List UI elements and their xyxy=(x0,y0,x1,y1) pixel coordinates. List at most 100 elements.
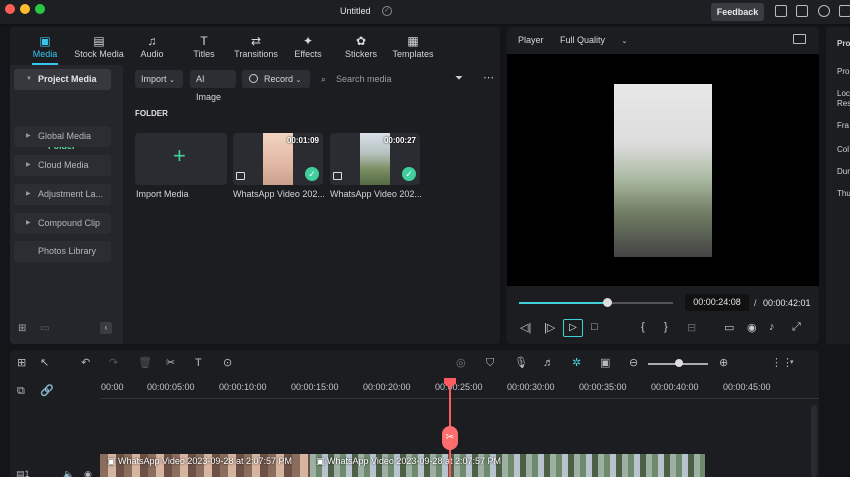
microphone-icon[interactable]: 🎙 xyxy=(514,357,528,369)
player-panel: Player Full Quality ⌄ 00:00:24:08 / 00:0… xyxy=(507,27,819,344)
property-label: Col xyxy=(837,145,850,154)
previous-frame-icon[interactable]: ◁| xyxy=(520,321,531,334)
shield-icon[interactable]: ⛉ xyxy=(486,357,494,369)
caret-right-icon: ▶ xyxy=(26,133,31,139)
cloud-upload-icon[interactable] xyxy=(818,5,830,17)
tab-stickers[interactable]: ✿ Stickers xyxy=(343,27,379,65)
media-sidebar: ▼Project Media Folder ▶Global Media ▶Clo… xyxy=(10,65,123,344)
total-time: 00:00:42:01 xyxy=(763,298,811,308)
properties-tab[interactable]: Pro xyxy=(837,39,850,48)
fullscreen-icon[interactable]: ⤢ xyxy=(792,321,801,334)
text-tool-icon[interactable]: T xyxy=(195,357,202,369)
import-media-label: Import Media xyxy=(136,189,189,199)
scissors-icon[interactable]: ✂ xyxy=(442,426,458,450)
media-clip-2[interactable]: 00:00:27 ✓ xyxy=(330,133,420,185)
tab-effects[interactable]: ✦ Effects xyxy=(291,27,325,65)
ruler-baseline xyxy=(100,398,819,399)
chevron-down-icon: ⌄ xyxy=(621,38,628,45)
more-options-icon[interactable]: ⋯ xyxy=(483,71,494,84)
tab-titles[interactable]: T Titles xyxy=(187,27,221,65)
snap-icon[interactable]: ✲ xyxy=(572,357,581,369)
clip-2-name: WhatsApp Video 2023-09-28 at 2:07:57 PM xyxy=(327,456,501,466)
add-track-icon[interactable]: ⧉ xyxy=(17,385,25,397)
undo-icon[interactable]: ↶ xyxy=(81,357,90,369)
tab-audio[interactable]: ♫ Audio xyxy=(135,27,169,65)
collapse-sidebar-icon[interactable]: ‹ xyxy=(100,322,112,334)
sidebar-item-global-media[interactable]: ▶ Global Media xyxy=(14,126,111,147)
play-button[interactable]: ▷ xyxy=(563,319,583,337)
sidebar-item-label: Photos Library xyxy=(38,246,97,256)
ruler-tick: 00:00:15:00 xyxy=(291,382,339,392)
sidebar-item-project-media[interactable]: ▼ Project Media xyxy=(14,69,111,90)
transitions-icon: ⇄ xyxy=(250,34,262,48)
markers-icon[interactable]: ⊟ xyxy=(687,321,696,334)
split-scissors-icon[interactable]: ✂ xyxy=(166,357,175,369)
zoom-window-button[interactable] xyxy=(35,4,45,14)
mark-in-icon[interactable]: { xyxy=(641,321,645,333)
zoom-in-icon[interactable]: ⊕ xyxy=(719,357,728,369)
link-icon[interactable]: 🔗 xyxy=(40,385,54,397)
new-folder-icon[interactable]: ⊞ xyxy=(18,323,26,334)
tab-templates[interactable]: ▦ Templates xyxy=(391,27,435,65)
close-window-button[interactable] xyxy=(5,4,15,14)
clip-duration: 00:00:27 xyxy=(383,136,416,145)
timeline-scrollbar[interactable] xyxy=(811,405,817,477)
video-icon xyxy=(236,172,245,180)
media-content: Import ⌄ AI Image Record ⌄ ⌕ Search medi… xyxy=(123,65,500,344)
video-icon xyxy=(333,172,342,180)
subtitle-icon[interactable]: ▣ xyxy=(600,357,610,369)
import-media-card[interactable]: + xyxy=(135,133,227,185)
tab-effects-label: Effects xyxy=(294,49,322,59)
quality-dropdown[interactable]: Full Quality ⌄ xyxy=(560,35,627,45)
audio-meter-icon[interactable]: ♪ xyxy=(769,321,775,333)
track-audio-icon[interactable]: 🔈 xyxy=(63,468,74,477)
music-icon[interactable]: ♬ xyxy=(543,357,554,369)
minimize-window-button[interactable] xyxy=(20,4,30,14)
feedback-button[interactable]: Feedback xyxy=(711,3,764,21)
search-input[interactable]: ⌕ Search media xyxy=(318,70,438,88)
render-icon[interactable]: ◎ xyxy=(456,357,466,369)
mark-out-icon[interactable]: } xyxy=(664,321,668,333)
sidebar-item-label: Global Media xyxy=(38,131,92,141)
folder-icon[interactable]: ▭ xyxy=(40,323,49,334)
camera-icon[interactable]: ◉ xyxy=(747,321,757,334)
tab-media[interactable]: ▣ Media xyxy=(25,27,65,65)
tab-media-label: Media xyxy=(32,49,58,59)
filter-icon[interactable]: ⏷ xyxy=(455,73,463,84)
media-clip-1[interactable]: 00:01:09 ✓ xyxy=(233,133,323,185)
video-icon: ▣ xyxy=(107,456,116,466)
check-icon: ✓ xyxy=(402,167,416,181)
tab-stock-media[interactable]: ▤ Stock Media xyxy=(73,27,125,65)
stop-icon[interactable]: □ xyxy=(591,321,598,333)
redo-icon[interactable]: ↷ xyxy=(109,357,118,369)
sidebar-item-compound-clip[interactable]: ▶ Compound Clip xyxy=(14,213,111,234)
import-dropdown[interactable]: Import ⌄ xyxy=(135,70,183,88)
tab-stickers-label: Stickers xyxy=(344,49,377,59)
tab-transitions[interactable]: ⇄ Transitions xyxy=(232,27,280,65)
sidebar-item-cloud-media[interactable]: ▶ Cloud Media xyxy=(14,155,111,176)
progress-knob[interactable] xyxy=(602,298,612,307)
save-icon[interactable] xyxy=(796,5,808,17)
export-icon[interactable] xyxy=(839,5,850,17)
track-visibility-icon[interactable]: ◉ xyxy=(84,468,92,477)
auto-caption-icon[interactable]: ⊙ xyxy=(223,357,232,369)
caret-down-icon[interactable]: ▾ xyxy=(790,357,794,369)
next-frame-icon[interactable]: |▷ xyxy=(544,321,555,334)
sidebar-item-adjustment-layer[interactable]: ▶ Adjustment La... xyxy=(14,184,111,205)
timeline-ruler[interactable]: 00:00 00:00:05:00 00:00:10:00 00:00:15:0… xyxy=(100,380,819,400)
record-dropdown[interactable]: Record ⌄ xyxy=(242,70,310,88)
properties-panel: Pro Pro Loc Res Fra Col Dur Thu xyxy=(826,27,850,344)
layout-grid-icon[interactable]: ⊞ xyxy=(17,357,26,369)
snapshot-image-icon[interactable] xyxy=(793,34,806,44)
display-icon[interactable]: ▭ xyxy=(724,321,734,334)
ruler-tick: 00:00:10:00 xyxy=(219,382,267,392)
zoom-slider-knob[interactable] xyxy=(675,359,683,367)
delete-icon[interactable]: 🗑 xyxy=(138,357,152,369)
zoom-out-icon[interactable]: ⊖ xyxy=(629,357,638,369)
sidebar-item-photos-library[interactable]: Photos Library xyxy=(14,241,111,262)
ai-image-button[interactable]: AI Image xyxy=(190,70,236,102)
select-tool-icon[interactable]: ↖ xyxy=(40,357,49,369)
property-label: Dur xyxy=(837,167,850,176)
clip-name: WhatsApp Video 202... xyxy=(330,189,422,199)
layout-icon[interactable] xyxy=(775,5,787,17)
